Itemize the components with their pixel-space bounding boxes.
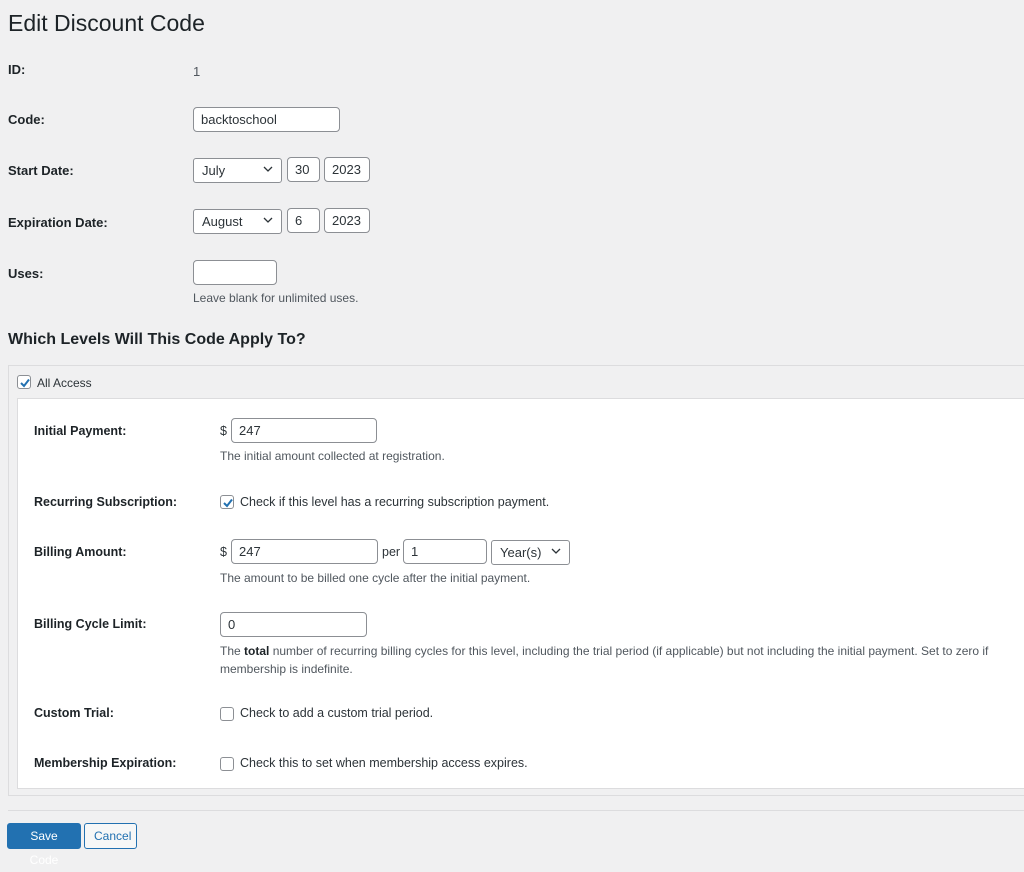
start-year-input[interactable]: 2023 — [324, 157, 370, 182]
code-input[interactable]: backtoschool — [193, 107, 340, 132]
billing-limit-desc-bold: total — [244, 644, 270, 658]
cancel-button[interactable]: Cancel — [84, 823, 137, 849]
custom-trial-checkbox[interactable] — [220, 707, 234, 721]
custom-trial-label: Custom Trial: — [34, 706, 114, 720]
billing-cycle-period-select[interactable]: Year(s) — [491, 540, 570, 565]
level-all-access-label: All Access — [37, 376, 92, 390]
custom-trial-text: Check to add a custom trial period. — [240, 706, 434, 720]
level-settings-panel — [17, 398, 1024, 789]
id-row: ID: 1 — [0, 62, 1024, 92]
id-value: 1 — [193, 64, 201, 79]
billing-cycle-number-input[interactable]: 1 — [403, 539, 487, 564]
initial-payment-input[interactable]: 247 — [231, 418, 377, 443]
start-day-input[interactable]: 30 — [287, 157, 320, 182]
uses-row: Uses: Leave blank for unlimited uses. — [0, 259, 1024, 309]
billing-amount-input[interactable]: 247 — [231, 539, 378, 564]
code-row: Code: backtoschool — [0, 106, 1024, 136]
billing-cycle-limit-description: The total number of recurring billing cy… — [220, 642, 1020, 678]
id-label: ID: — [8, 62, 26, 77]
levels-section-title: Which Levels Will This Code Apply To? — [8, 331, 306, 348]
billing-limit-desc-pre: The — [220, 644, 245, 658]
billing-amount-currency: $ — [220, 545, 227, 559]
initial-payment-currency: $ — [220, 424, 227, 438]
start-month-select[interactable]: July — [193, 158, 282, 183]
start-date-label: Start Date: — [8, 163, 74, 178]
code-label: Code: — [8, 112, 45, 127]
recurring-subscription-text: Check if this level has a recurring subs… — [240, 495, 550, 509]
expiration-year-input[interactable]: 2023 — [324, 208, 370, 233]
billing-limit-desc-post: number of recurring billing cycles for t… — [220, 644, 989, 676]
initial-payment-label: Initial Payment: — [34, 424, 127, 438]
form-divider — [8, 810, 1024, 811]
checkmark-icon — [20, 378, 30, 388]
uses-input[interactable] — [193, 260, 277, 285]
membership-expiration-label: Membership Expiration: — [34, 756, 177, 770]
expiration-date-label: Expiration Date: — [8, 215, 108, 230]
recurring-subscription-checkbox[interactable] — [220, 495, 234, 509]
start-date-row: Start Date: July 30 2023 — [0, 157, 1024, 187]
checkmark-icon — [223, 498, 233, 508]
start-month-value: July — [202, 163, 226, 178]
billing-cycle-period-value: Year(s) — [500, 545, 542, 560]
initial-payment-description: The initial amount collected at registra… — [220, 449, 445, 463]
expiration-day-input[interactable]: 6 — [287, 208, 320, 233]
membership-expiration-text: Check this to set when membership access… — [240, 756, 528, 770]
billing-cycle-limit-label: Billing Cycle Limit: — [34, 617, 147, 631]
save-code-button[interactable]: Save Code — [7, 823, 81, 867]
level-all-access-checkbox[interactable] — [17, 375, 31, 389]
expiration-date-row: Expiration Date: August 6 2023 — [0, 208, 1024, 238]
page-title: Edit Discount Code — [8, 10, 205, 36]
billing-per-label: per — [382, 545, 401, 559]
expiration-month-value: August — [202, 214, 243, 229]
uses-description: Leave blank for unlimited uses. — [193, 291, 359, 305]
billing-amount-label: Billing Amount: — [34, 545, 127, 559]
uses-label: Uses: — [8, 266, 44, 281]
chevron-down-icon — [551, 548, 561, 554]
billing-cycle-limit-input[interactable]: 0 — [220, 612, 367, 637]
billing-amount-description: The amount to be billed one cycle after … — [220, 571, 531, 585]
membership-expiration-checkbox[interactable] — [220, 757, 234, 771]
chevron-down-icon — [263, 217, 273, 223]
expiration-month-select[interactable]: August — [193, 209, 282, 234]
chevron-down-icon — [263, 166, 273, 172]
recurring-subscription-label: Recurring Subscription: — [34, 495, 178, 509]
